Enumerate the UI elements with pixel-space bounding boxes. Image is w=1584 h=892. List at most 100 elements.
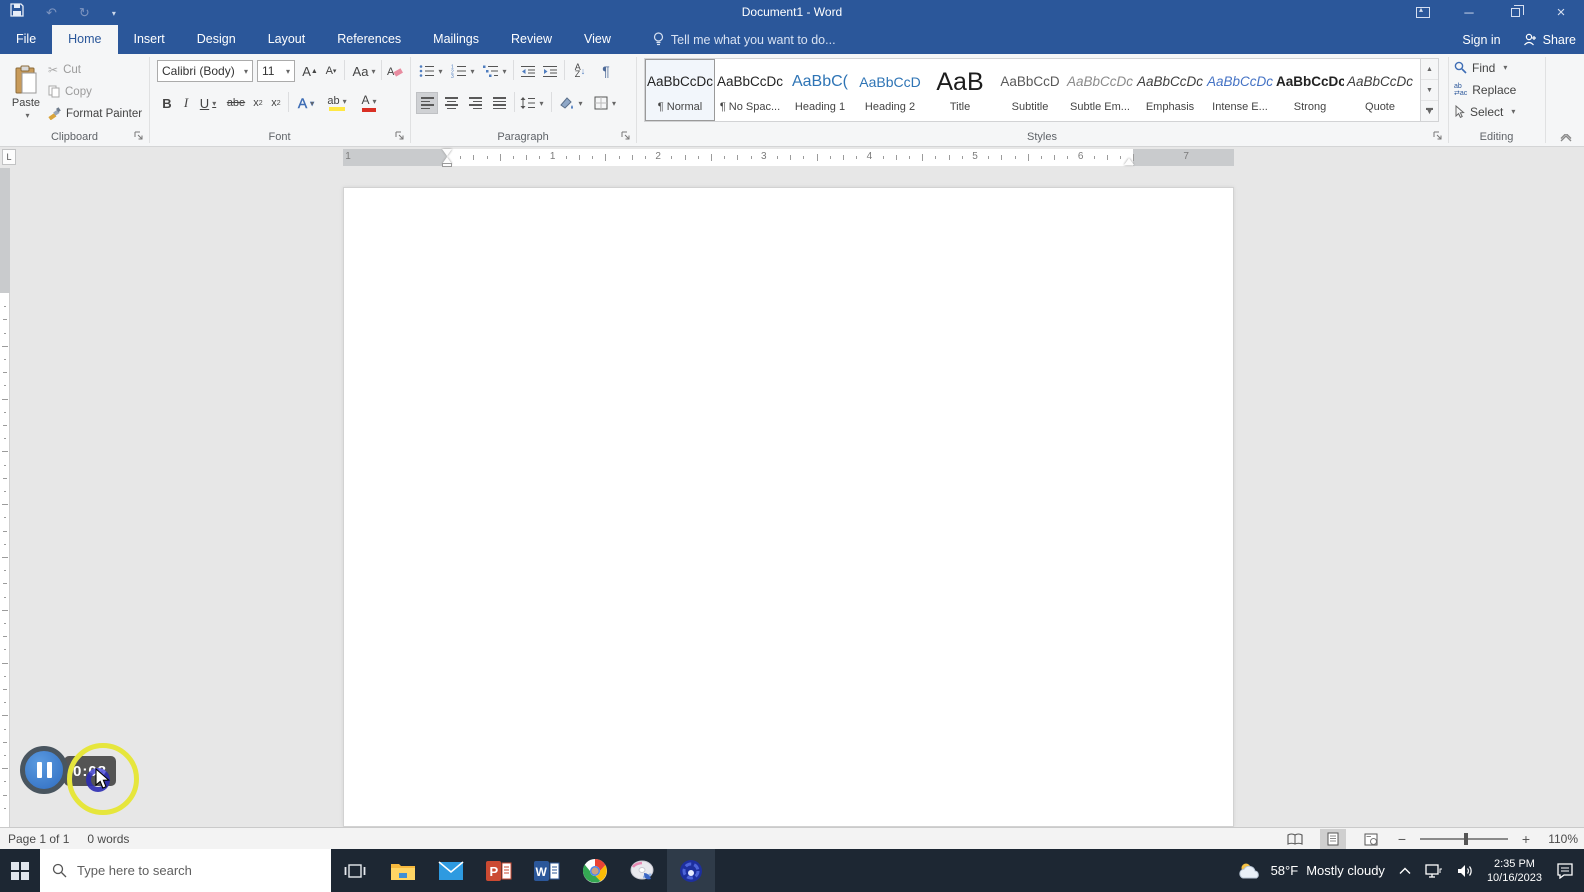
web-layout-icon[interactable]: [1358, 829, 1384, 849]
show-paragraph-marks-icon[interactable]: ¶: [596, 60, 616, 82]
clipboard-dialog-launcher-icon[interactable]: [134, 131, 144, 141]
task-view-button[interactable]: [331, 849, 379, 892]
format-painter-button[interactable]: Format Painter: [48, 104, 142, 123]
tab-insert[interactable]: Insert: [118, 25, 181, 54]
right-indent-marker[interactable]: [1124, 158, 1134, 165]
change-case-icon[interactable]: Aa ▾: [349, 60, 379, 82]
file-explorer-button[interactable]: [379, 849, 427, 892]
collapse-ribbon-icon[interactable]: [1560, 134, 1572, 142]
style-card-quote[interactable]: AaBbCcDc Quote: [1345, 59, 1415, 121]
justify-icon[interactable]: [488, 92, 510, 114]
horizontal-ruler[interactable]: 11234567: [343, 149, 1234, 167]
read-mode-icon[interactable]: [1282, 829, 1308, 849]
start-button[interactable]: [0, 849, 40, 892]
style-card--normal[interactable]: AaBbCcDc ¶ Normal: [645, 59, 715, 121]
clock[interactable]: 2:35 PM 10/16/2023: [1487, 857, 1542, 885]
ribbon-display-options-icon[interactable]: [1400, 0, 1446, 25]
minimize-icon[interactable]: ─: [1446, 0, 1492, 25]
strikethrough-icon[interactable]: abe: [223, 92, 249, 114]
close-icon[interactable]: ×: [1538, 0, 1584, 25]
recorder-pause-button[interactable]: [20, 746, 68, 794]
tab-references[interactable]: References: [321, 25, 417, 54]
style-card-intense-e-[interactable]: AaBbCcDc Intense E...: [1205, 59, 1275, 121]
decrease-indent-icon[interactable]: [517, 60, 539, 82]
align-left-icon[interactable]: [416, 92, 438, 114]
tab-home[interactable]: Home: [52, 25, 118, 54]
style-card-strong[interactable]: AaBbCcDc Strong: [1275, 59, 1345, 121]
bullets-icon[interactable]: ▾: [416, 60, 446, 82]
zoom-out-icon[interactable]: −: [1396, 831, 1408, 847]
chrome-button[interactable]: [571, 849, 619, 892]
increase-indent-icon[interactable]: [539, 60, 561, 82]
text-effects-icon[interactable]: A ▾: [293, 92, 319, 114]
multilevel-list-icon[interactable]: ▾: [480, 60, 510, 82]
styles-dialog-launcher-icon[interactable]: [1433, 131, 1443, 141]
sign-in-button[interactable]: Sign in: [1462, 33, 1500, 47]
font-name-combo[interactable]: Calibri (Body) ▾: [157, 60, 253, 82]
powerpoint-button[interactable]: P: [475, 849, 523, 892]
tab-review[interactable]: Review: [495, 25, 568, 54]
font-color-icon[interactable]: A ▾: [355, 92, 383, 114]
action-center-icon[interactable]: [1556, 862, 1574, 879]
tab-layout[interactable]: Layout: [252, 25, 322, 54]
style-card--no-spac-[interactable]: AaBbCcDc ¶ No Spac...: [715, 59, 785, 121]
find-button[interactable]: Find ▾: [1454, 58, 1507, 77]
line-spacing-icon[interactable]: ▾: [518, 92, 546, 114]
tab-design[interactable]: Design: [181, 25, 252, 54]
sort-icon[interactable]: A Z ↓: [568, 60, 592, 82]
subscript-icon[interactable]: x2: [249, 92, 267, 114]
style-card-subtle-em-[interactable]: AaBbCcDc Subtle Em...: [1065, 59, 1135, 121]
align-center-icon[interactable]: [440, 92, 462, 114]
share-button[interactable]: Share: [1523, 33, 1576, 47]
style-card-emphasis[interactable]: AaBbCcDc Emphasis: [1135, 59, 1205, 121]
replace-button[interactable]: ab ⇄ac Replace: [1454, 80, 1516, 99]
copy-button[interactable]: Copy: [48, 82, 92, 101]
tell-me-box[interactable]: Tell me what you want to do...: [653, 25, 836, 54]
network-icon[interactable]: [1425, 863, 1443, 878]
font-size-combo[interactable]: 11 ▾: [257, 60, 295, 82]
shrink-font-icon[interactable]: A ▾: [321, 60, 341, 82]
italic-icon[interactable]: I: [179, 92, 193, 114]
styles-scroll-down-icon[interactable]: ▼: [1421, 80, 1438, 101]
paste-button[interactable]: Paste ▾: [6, 58, 46, 126]
word-count[interactable]: 0 words: [87, 832, 129, 846]
cut-button[interactable]: ✂ Cut: [48, 60, 81, 79]
tab-view[interactable]: View: [568, 25, 627, 54]
tray-chevron-up-icon[interactable]: [1399, 867, 1411, 875]
style-card-title[interactable]: AaB Title: [925, 59, 995, 121]
styles-scroll-up-icon[interactable]: ▲: [1421, 59, 1438, 80]
align-right-icon[interactable]: [464, 92, 486, 114]
word-button[interactable]: W: [523, 849, 571, 892]
recorder-disc-button[interactable]: [619, 849, 667, 892]
style-card-heading-1[interactable]: AaBbC(Heading 1: [785, 59, 855, 121]
select-button[interactable]: Select ▾: [1454, 102, 1515, 121]
style-card-heading-2[interactable]: AaBbCcD Heading 2: [855, 59, 925, 121]
tab-file[interactable]: File: [0, 25, 52, 54]
document-page[interactable]: [343, 187, 1234, 827]
highlight-color-icon[interactable]: ab ▾: [321, 92, 353, 114]
numbering-icon[interactable]: 1 2 3 ▾: [448, 60, 478, 82]
zoom-slider-thumb[interactable]: [1464, 833, 1468, 845]
vertical-ruler[interactable]: [0, 168, 10, 827]
zoom-slider[interactable]: [1420, 833, 1508, 845]
shading-icon[interactable]: ▾: [556, 92, 586, 114]
weather-widget[interactable]: 58°F Mostly cloudy: [1237, 861, 1385, 881]
clear-formatting-icon[interactable]: A: [385, 60, 405, 82]
zoom-in-icon[interactable]: +: [1520, 831, 1532, 847]
grow-font-icon[interactable]: A ▲: [299, 60, 321, 82]
tab-mailings[interactable]: Mailings: [417, 25, 495, 54]
style-card-subtitle[interactable]: AaBbCcD Subtitle: [995, 59, 1065, 121]
first-line-indent-marker[interactable]: [442, 149, 452, 156]
bold-icon[interactable]: B: [159, 92, 175, 114]
recorder-app-button[interactable]: [667, 849, 715, 892]
borders-icon[interactable]: ▾: [590, 92, 620, 114]
page-count[interactable]: Page 1 of 1: [8, 832, 69, 846]
left-indent-marker[interactable]: [442, 163, 452, 167]
styles-more-icon[interactable]: ▬ ▼: [1421, 101, 1438, 121]
print-layout-icon[interactable]: [1320, 829, 1346, 849]
superscript-icon[interactable]: x2: [267, 92, 285, 114]
volume-icon[interactable]: [1457, 864, 1473, 878]
restore-icon[interactable]: [1492, 0, 1538, 25]
taskbar-search[interactable]: Type here to search: [40, 849, 331, 892]
tab-selector[interactable]: L: [2, 149, 16, 165]
